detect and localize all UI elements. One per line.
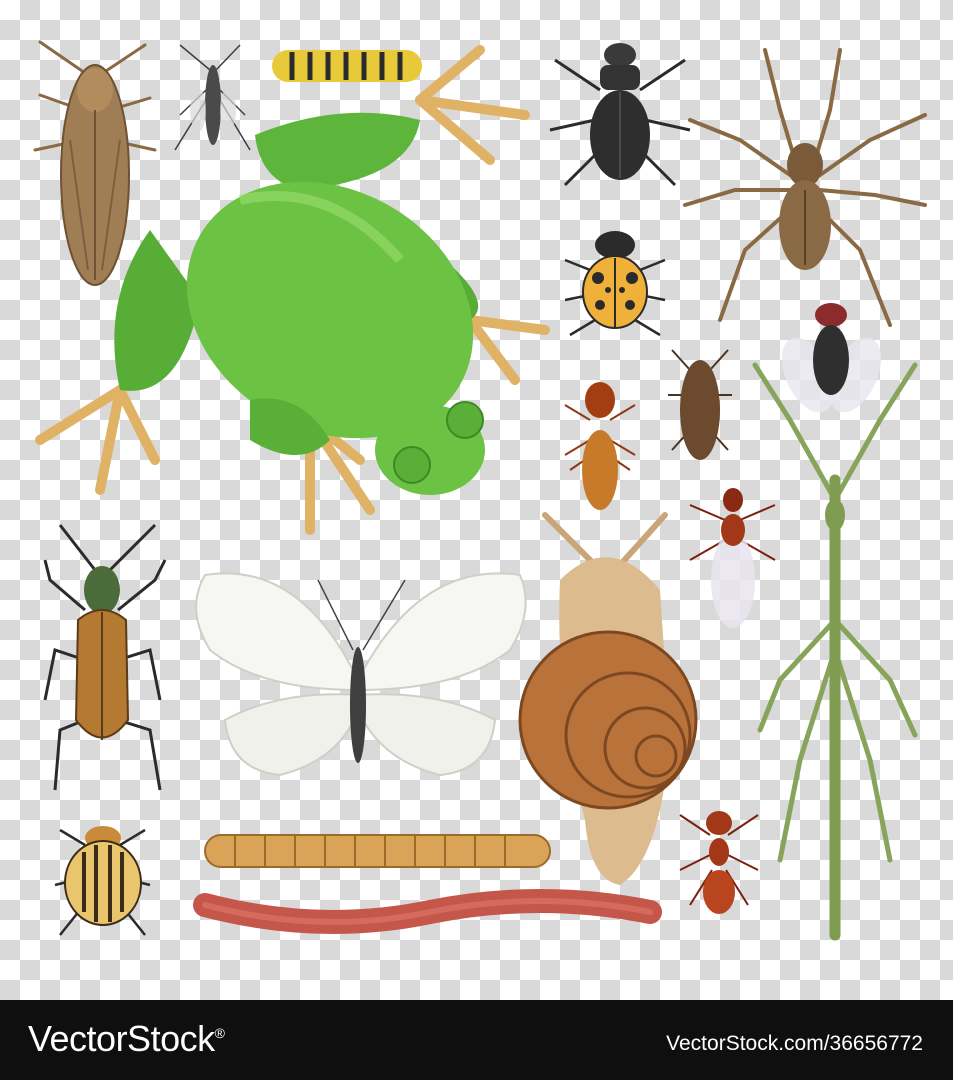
caterpillar — [272, 50, 422, 82]
red-ant — [679, 811, 759, 914]
image-canvas: VectorStock® VectorStock.com/36656772 — [0, 0, 953, 1080]
spider — [683, 48, 927, 327]
termite — [564, 382, 636, 510]
brand-name: VectorStock — [28, 1018, 215, 1059]
winged-ant — [689, 488, 776, 628]
watermark-footer: VectorStock® VectorStock.com/36656772 — [0, 1000, 953, 1080]
trademark-symbol: ® — [214, 1025, 225, 1041]
mealworm — [204, 834, 551, 868]
grasshopper — [33, 40, 157, 286]
ladybug — [564, 231, 666, 337]
brown-beetle — [668, 349, 732, 460]
mosquito — [174, 44, 251, 151]
potato-beetle — [54, 826, 151, 936]
stag-beetle — [549, 43, 691, 187]
image-credit: VectorStock.com/36656772 — [666, 1032, 923, 1055]
bugs-illustration — [33, 40, 927, 941]
vectorstock-logo: VectorStock® — [28, 1018, 225, 1060]
cabbage-butterfly — [195, 572, 527, 777]
housefly — [781, 303, 882, 413]
earthworm — [193, 889, 662, 934]
snail — [518, 512, 698, 885]
stick-insect — [752, 362, 918, 941]
longhorn-beetle — [43, 523, 167, 791]
